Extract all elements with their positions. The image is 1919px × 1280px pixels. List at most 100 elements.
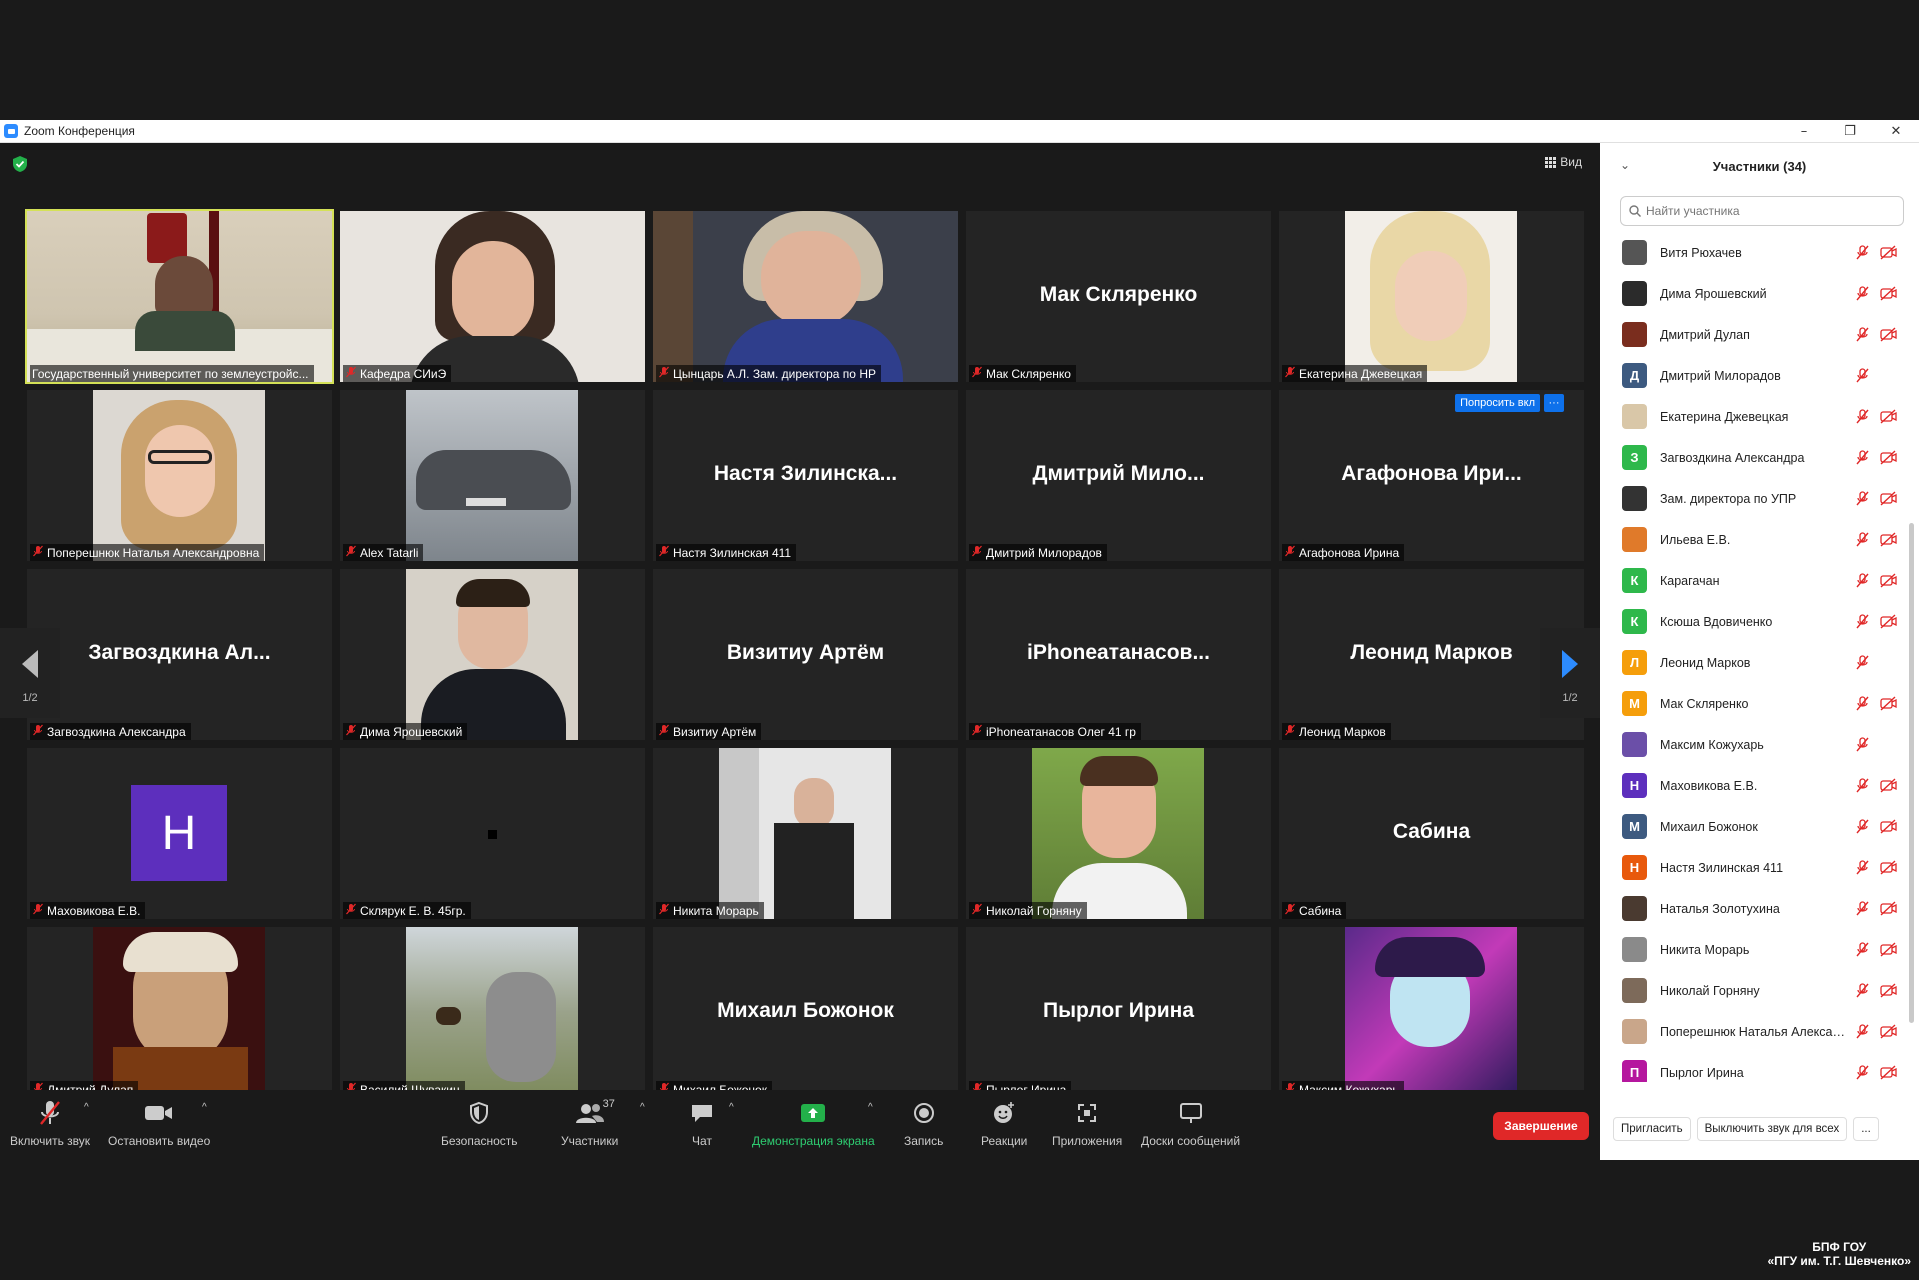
- video-tile[interactable]: Николай Горняну: [966, 748, 1271, 919]
- video-off-icon[interactable]: [1880, 573, 1897, 588]
- video-tile[interactable]: Поперешнюк Наталья Александровна: [27, 390, 332, 561]
- audio-options-caret-icon[interactable]: ^: [84, 1102, 89, 1113]
- apps-button[interactable]: Приложения: [1052, 1098, 1122, 1148]
- video-tile[interactable]: Н Маховикова Е.В.: [27, 748, 332, 919]
- participants-button[interactable]: 37 Участники: [561, 1098, 618, 1148]
- video-tile[interactable]: Михаил БожонокМихаил Божонок: [653, 927, 958, 1098]
- participant-row[interactable]: Д Дмитрий Милорадов: [1600, 355, 1919, 396]
- video-off-icon[interactable]: [1880, 901, 1897, 916]
- participant-row[interactable]: Дмитрий Дулап: [1600, 314, 1919, 355]
- mic-muted-icon[interactable]: [1855, 778, 1870, 793]
- video-off-icon[interactable]: [1880, 614, 1897, 629]
- video-off-icon[interactable]: [1880, 860, 1897, 875]
- video-tile[interactable]: Василий Шувакин: [340, 927, 645, 1098]
- video-off-icon[interactable]: [1880, 942, 1897, 957]
- video-tile[interactable]: Максим Кожухарь: [1279, 927, 1584, 1098]
- video-off-icon[interactable]: [1880, 983, 1897, 998]
- video-off-icon[interactable]: [1880, 696, 1897, 711]
- tile-more-button[interactable]: ···: [1544, 394, 1564, 412]
- participant-search[interactable]: [1620, 196, 1904, 226]
- video-off-icon[interactable]: [1880, 819, 1897, 834]
- chat-options-caret-icon[interactable]: ^: [729, 1102, 734, 1113]
- video-tile[interactable]: Склярук Е. В. 45гр.: [340, 748, 645, 919]
- video-off-icon[interactable]: [1880, 409, 1897, 424]
- stop-video-button[interactable]: Остановить видео: [108, 1098, 210, 1148]
- mic-muted-icon[interactable]: [1855, 286, 1870, 301]
- participant-row[interactable]: П Пырлог Ирина: [1600, 1052, 1919, 1082]
- video-off-icon[interactable]: [1880, 1024, 1897, 1039]
- restore-button[interactable]: ❐: [1827, 120, 1873, 143]
- video-tile[interactable]: Пырлог ИринаПырлог Ирина: [966, 927, 1271, 1098]
- unmute-button[interactable]: Включить звук: [10, 1098, 90, 1148]
- record-button[interactable]: Запись: [904, 1098, 943, 1148]
- video-off-icon[interactable]: [1880, 327, 1897, 342]
- share-options-caret-icon[interactable]: ^: [868, 1102, 873, 1113]
- video-tile[interactable]: Загвоздкина Ал... Загвоздкина Александра: [27, 569, 332, 740]
- participant-row[interactable]: Витя Рюхачев: [1600, 232, 1919, 273]
- participant-row[interactable]: Дима Ярошевский: [1600, 273, 1919, 314]
- video-tile[interactable]: Мак Скляренко Мак Скляренко: [966, 211, 1271, 382]
- participant-row[interactable]: Н Настя Зилинская 411: [1600, 847, 1919, 888]
- video-tile[interactable]: Попросить вкл ··· Агафонова Ири... Агафонов…: [1279, 390, 1584, 561]
- video-tile[interactable]: Никита Морарь: [653, 748, 958, 919]
- participant-row[interactable]: Зам. директора по УПР: [1600, 478, 1919, 519]
- video-tile[interactable]: Настя Зилинска... Настя Зилинская 411: [653, 390, 958, 561]
- mic-muted-icon[interactable]: [1855, 1065, 1870, 1080]
- video-tile[interactable]: Дмитрий Мило... Дмитрий Милорадов: [966, 390, 1271, 561]
- participant-row[interactable]: Николай Горняну: [1600, 970, 1919, 1011]
- participant-row[interactable]: Поперешнюк Наталья Александровна: [1600, 1011, 1919, 1052]
- ask-unmute-button[interactable]: Попросить вкл: [1455, 394, 1540, 412]
- participant-row[interactable]: Никита Морарь: [1600, 929, 1919, 970]
- collapse-chevron-icon[interactable]: ⌄: [1620, 158, 1630, 172]
- participant-row[interactable]: Максим Кожухарь: [1600, 724, 1919, 765]
- mic-muted-icon[interactable]: [1855, 450, 1870, 465]
- invite-button[interactable]: Пригласить: [1613, 1117, 1691, 1141]
- end-meeting-button[interactable]: Завершение: [1493, 1112, 1589, 1140]
- mic-muted-icon[interactable]: [1855, 901, 1870, 916]
- mic-muted-icon[interactable]: [1855, 1024, 1870, 1039]
- more-options-button[interactable]: ...: [1853, 1117, 1879, 1141]
- participant-row[interactable]: Наталья Золотухина: [1600, 888, 1919, 929]
- participant-row[interactable]: М Мак Скляренко: [1600, 683, 1919, 724]
- reactions-button[interactable]: Реакции: [981, 1098, 1027, 1148]
- mic-muted-icon[interactable]: [1855, 245, 1870, 260]
- scrollbar[interactable]: [1909, 523, 1914, 1023]
- participant-row[interactable]: Ильева Е.В.: [1600, 519, 1919, 560]
- next-page-button[interactable]: 1/2: [1540, 628, 1600, 718]
- mic-muted-icon[interactable]: [1855, 327, 1870, 342]
- shield-check-icon[interactable]: [12, 155, 28, 173]
- video-tile[interactable]: iPhoneатанасов... iPhoneатанасов Олег 41 …: [966, 569, 1271, 740]
- mic-muted-icon[interactable]: [1855, 983, 1870, 998]
- close-button[interactable]: ✕: [1873, 120, 1919, 143]
- mic-muted-icon[interactable]: [1855, 368, 1870, 383]
- video-tile[interactable]: Леонид Марков Леонид Марков: [1279, 569, 1584, 740]
- mic-muted-icon[interactable]: [1855, 819, 1870, 834]
- minimize-button[interactable]: –: [1781, 120, 1827, 143]
- video-off-icon[interactable]: [1880, 778, 1897, 793]
- video-off-icon[interactable]: [1880, 245, 1897, 260]
- video-tile[interactable]: Дима Ярошевский: [340, 569, 645, 740]
- participant-row[interactable]: К Карагачан: [1600, 560, 1919, 601]
- video-off-icon[interactable]: [1880, 1065, 1897, 1080]
- participant-row[interactable]: Н Маховикова Е.В.: [1600, 765, 1919, 806]
- participant-row[interactable]: М Михаил Божонок: [1600, 806, 1919, 847]
- mic-muted-icon[interactable]: [1855, 409, 1870, 424]
- mic-muted-icon[interactable]: [1855, 696, 1870, 711]
- video-tile[interactable]: Кафедра СИиЭ: [340, 211, 645, 382]
- search-input[interactable]: [1646, 204, 1886, 218]
- security-button[interactable]: Безопасность: [441, 1098, 518, 1148]
- mic-muted-icon[interactable]: [1855, 942, 1870, 957]
- video-tile[interactable]: Alex Tatarli: [340, 390, 645, 561]
- prev-page-button[interactable]: 1/2: [0, 628, 60, 718]
- video-off-icon[interactable]: [1880, 491, 1897, 506]
- video-tile[interactable]: Екатерина Джевецкая: [1279, 211, 1584, 382]
- mic-muted-icon[interactable]: [1855, 491, 1870, 506]
- mute-all-button[interactable]: Выключить звук для всех: [1696, 1117, 1848, 1141]
- video-off-icon[interactable]: [1880, 532, 1897, 547]
- video-tile[interactable]: Сабина Сабина: [1279, 748, 1584, 919]
- video-off-icon[interactable]: [1880, 286, 1897, 301]
- participant-row[interactable]: Екатерина Джевецкая: [1600, 396, 1919, 437]
- chat-button[interactable]: Чат: [690, 1098, 714, 1148]
- video-tile[interactable]: Цынцарь А.Л. Зам. директора по НР: [653, 211, 958, 382]
- mic-muted-icon[interactable]: [1855, 532, 1870, 547]
